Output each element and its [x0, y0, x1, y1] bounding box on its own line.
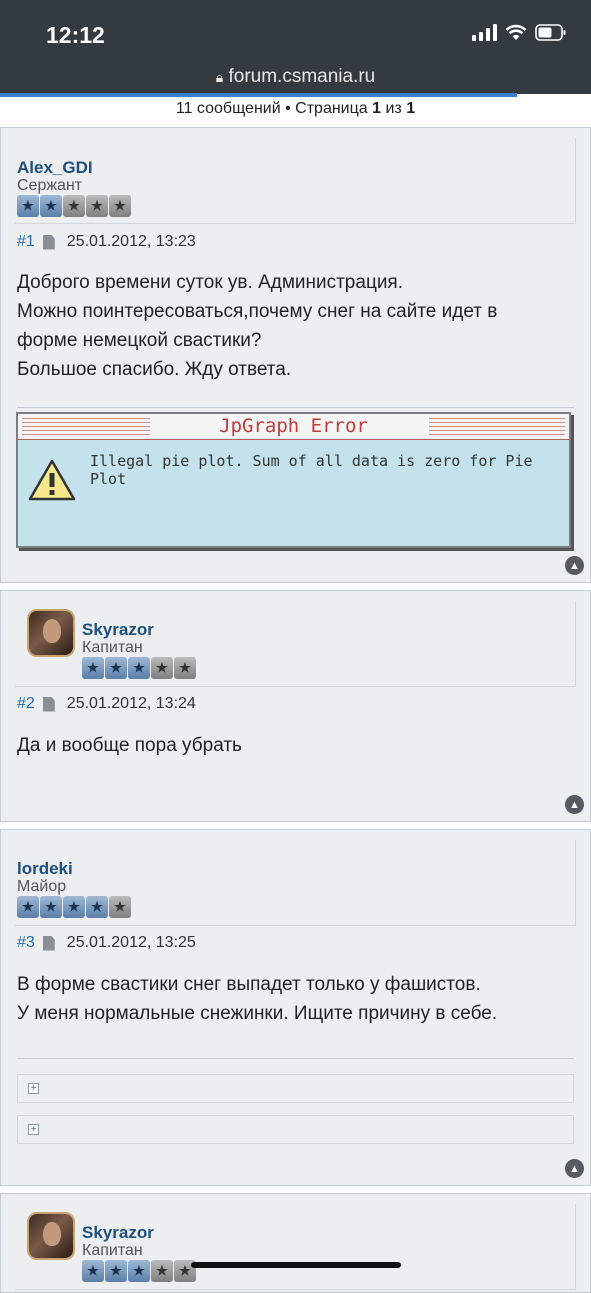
author-rank: Майор	[17, 878, 67, 895]
signature-divider	[17, 407, 574, 408]
plus-icon: +	[28, 1124, 39, 1135]
author-rank: Сержант	[17, 177, 83, 194]
warning-icon	[28, 459, 76, 501]
status-time: 12:12	[46, 22, 105, 48]
jpgraph-title-bar: JpGraph Error	[18, 414, 569, 440]
post-content: Доброго времени суток ув. Администрация.…	[17, 272, 498, 380]
spoiler-expander[interactable]: +	[17, 1115, 574, 1144]
avatar[interactable]	[27, 609, 75, 657]
author-rank: Капитан	[82, 1242, 143, 1259]
home-indicator[interactable]	[191, 1262, 401, 1268]
cellular-signal-icon	[472, 24, 497, 41]
lock-icon: 🔒︎	[215, 69, 224, 85]
back-to-top-icon[interactable]: ▲	[565, 556, 584, 575]
rank-star-icon: ★	[86, 896, 108, 918]
url-text: forum.csmania.ru	[228, 66, 376, 87]
rank-star-icon: ★	[109, 195, 131, 217]
rank-star-icon: ★	[17, 896, 39, 918]
post-file-icon	[42, 234, 55, 250]
post-meta: #2 25.01.2012, 13:24	[17, 695, 196, 713]
jpgraph-message: Illegal pie plot. Sum of all data is zer…	[90, 452, 533, 488]
post-date: 25.01.2012, 13:24	[66, 695, 196, 712]
wifi-icon	[505, 24, 527, 40]
rank-star-icon: ★	[63, 195, 85, 217]
avatar[interactable]	[27, 1212, 75, 1260]
post-author[interactable]: Skyrazor	[82, 1223, 154, 1243]
spoiler-expander[interactable]: +	[17, 1074, 574, 1103]
rank-stars: ★ ★ ★ ★ ★	[82, 657, 196, 679]
rank-star-icon: ★	[63, 896, 85, 918]
current-page: 1	[372, 100, 382, 117]
rank-stars: ★ ★ ★ ★ ★	[82, 1260, 196, 1282]
post: Skyrazor Капитан ★ ★ ★ ★ ★ #2 25.01.2012, 13…	[0, 590, 591, 822]
rank-star-icon: ★	[128, 657, 150, 679]
plus-icon: +	[28, 1083, 39, 1094]
jpgraph-title: JpGraph Error	[219, 415, 368, 437]
post-author[interactable]: lordeki	[17, 859, 73, 879]
pagination-info: 11 сообщений • Страница 1 из 1	[175, 100, 416, 117]
author-rank: Капитан	[82, 639, 143, 656]
battery-icon	[535, 24, 566, 41]
rank-stars: ★ ★ ★ ★ ★	[17, 195, 131, 217]
post-number-link[interactable]: #3	[17, 934, 35, 952]
post-date: 25.01.2012, 13:23	[66, 233, 196, 250]
post: Skyrazor Капитан ★ ★ ★ ★ ★	[0, 1193, 591, 1293]
post-author[interactable]: Alex_GDI	[17, 158, 93, 178]
rank-star-icon: ★	[40, 195, 62, 217]
post-date: 25.01.2012, 13:25	[66, 934, 196, 951]
post: lordeki Майор ★ ★ ★ ★ ★ #3 25.01.2012, 13:25…	[0, 829, 591, 1186]
rank-star-icon: ★	[82, 1260, 104, 1282]
post-number-link[interactable]: #1	[17, 233, 35, 251]
post-content: Да и вообще пора убрать	[17, 735, 242, 756]
post-number-link[interactable]: #2	[17, 695, 35, 713]
back-to-top-icon[interactable]: ▲	[565, 1159, 584, 1178]
rank-star-icon: ★	[105, 657, 127, 679]
rank-star-icon: ★	[82, 657, 104, 679]
rank-star-icon: ★	[17, 195, 39, 217]
rank-star-icon: ★	[109, 896, 131, 918]
rank-star-icon: ★	[174, 657, 196, 679]
rank-star-icon: ★	[128, 1260, 150, 1282]
rank-star-icon: ★	[151, 657, 173, 679]
post-author[interactable]: Skyrazor	[82, 620, 154, 640]
back-to-top-icon[interactable]: ▲	[565, 795, 584, 814]
post-file-icon	[42, 696, 55, 712]
post-meta: #1 25.01.2012, 13:23	[17, 233, 196, 251]
post-meta: #3 25.01.2012, 13:25	[17, 934, 196, 952]
address-bar[interactable]: 🔒︎ forum.csmania.ru	[0, 66, 591, 88]
post-file-icon	[42, 935, 55, 951]
rank-star-icon: ★	[151, 1260, 173, 1282]
total-pages: 1	[406, 100, 416, 117]
rank-stars: ★ ★ ★ ★ ★	[17, 896, 131, 918]
page-load-progress	[0, 93, 517, 97]
jpgraph-error-image: JpGraph Error Illegal pie plot. Sum of a…	[16, 412, 571, 548]
rank-star-icon: ★	[105, 1260, 127, 1282]
signature-divider	[17, 1058, 574, 1059]
post-content: В форме свастики снег выпадет только у ф…	[17, 974, 498, 1024]
rank-star-icon: ★	[86, 195, 108, 217]
status-icons	[472, 24, 567, 41]
status-bar: 12:12 🔒︎ forum.csmania.ru	[0, 0, 591, 94]
rank-star-icon: ★	[40, 896, 62, 918]
